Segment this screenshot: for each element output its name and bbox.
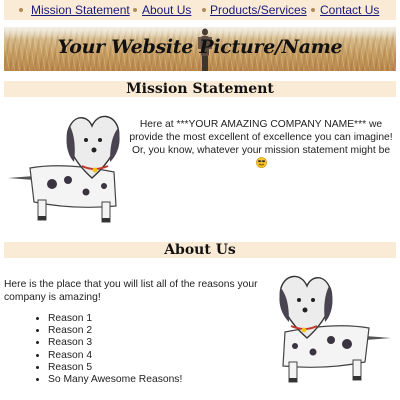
dog-drawing-image	[279, 275, 391, 383]
nav-bullet-icon	[311, 8, 315, 12]
nav-link-contact-us[interactable]: Contact Us	[320, 3, 379, 17]
about-us-heading: About Us	[4, 242, 396, 258]
nav-bullet-icon	[133, 8, 137, 12]
nav-link-products-services[interactable]: Products/Services	[210, 3, 307, 17]
dog-drawing-image	[8, 115, 120, 223]
header-banner: Your Website Picture/Name	[4, 27, 396, 71]
list-item: Reason 5	[48, 362, 182, 374]
nav-bullet-icon	[202, 8, 206, 12]
list-item: Reason 2	[48, 325, 182, 337]
mission-statement-text: Here at ***YOUR AMAZING COMPANY NAME*** …	[126, 118, 396, 171]
top-nav: Mission Statement About Us Products/Serv…	[4, 0, 396, 20]
nav-bullet-icon	[19, 8, 23, 12]
site-title: Your Website Picture/Name	[57, 36, 343, 58]
mission-statement-body: Here at ***YOUR AMAZING COMPANY NAME*** …	[129, 119, 393, 156]
about-us-intro: Here is the place that you will list all…	[4, 279, 258, 303]
smiley-icon	[255, 157, 267, 168]
list-item: Reason 4	[48, 350, 182, 362]
mission-statement-heading: Mission Statement	[4, 81, 396, 97]
list-item: So Many Awesome Reasons!	[48, 374, 182, 386]
nav-link-mission-statement[interactable]: Mission Statement	[31, 3, 130, 17]
list-item: Reason 3	[48, 337, 182, 349]
reasons-list: Reason 1 Reason 2 Reason 3 Reason 4 Reas…	[30, 313, 182, 386]
list-item: Reason 1	[48, 313, 182, 325]
nav-link-about-us[interactable]: About Us	[142, 3, 191, 17]
